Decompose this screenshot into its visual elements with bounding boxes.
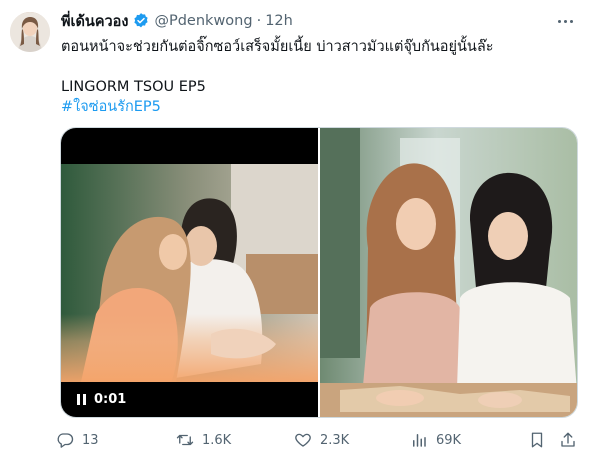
views-icon — [413, 434, 426, 447]
tweet-header: พี่เด้นควอง @Pdenkwong · 12h — [61, 10, 580, 32]
user-handle[interactable]: @Pdenkwong — [154, 13, 252, 29]
views-button[interactable]: 69K — [410, 431, 461, 449]
bookmark-button[interactable] — [528, 431, 546, 449]
like-button[interactable]: 2.3K — [294, 431, 349, 449]
retweet-icon — [176, 434, 194, 446]
photo[interactable] — [320, 128, 577, 417]
share-button[interactable] — [559, 431, 577, 449]
tweet-text: ตอนหน้าจะช่วยกันต่อจิ๊กซอว์เสร็จมั้ยเนี้… — [61, 37, 578, 117]
video-controls: 0:01 — [61, 381, 318, 417]
tweet-text-line: ตอนหน้าจะช่วยกันต่อจิ๊กซอว์เสร็จมั้ยเนี้… — [61, 39, 494, 55]
separator-dot: · — [256, 13, 262, 29]
video-player[interactable]: 0:01 — [61, 128, 318, 417]
tweet-text-spacer — [61, 57, 578, 77]
share-icon — [561, 432, 575, 447]
bookmark-icon — [531, 432, 543, 448]
avatar[interactable] — [10, 12, 50, 52]
media-grid: 0:01 — [60, 127, 578, 418]
reply-icon — [57, 433, 74, 448]
retweet-count: 1.6K — [202, 432, 232, 448]
views-count: 69K — [436, 432, 462, 448]
like-count: 2.3K — [320, 432, 350, 448]
action-bar: 13 1.6K 2.3K 69K — [56, 428, 578, 452]
heart-icon — [295, 433, 311, 447]
hashtag-link[interactable]: #ใจซ่อนรักEP5 — [61, 97, 578, 117]
avatar-image — [10, 12, 50, 52]
verified-badge-icon — [132, 12, 150, 30]
tweet-time[interactable]: 12h — [265, 13, 293, 29]
video-timestamp: 0:01 — [94, 391, 127, 407]
tweet[interactable]: พี่เด้นควอง @Pdenkwong · 12h ตอนหน้าจะช่… — [0, 0, 592, 462]
pause-icon[interactable] — [77, 393, 86, 405]
video-frame[interactable] — [61, 164, 318, 382]
more-options-icon[interactable] — [554, 12, 576, 30]
reply-count: 13 — [82, 432, 99, 448]
tweet-text-line: LINGORM TSOU EP5 — [61, 79, 206, 95]
retweet-button[interactable]: 1.6K — [176, 431, 231, 449]
display-name[interactable]: พี่เด้นควอง — [61, 10, 128, 33]
reply-button[interactable]: 13 — [56, 431, 99, 449]
photo-image — [320, 128, 577, 417]
